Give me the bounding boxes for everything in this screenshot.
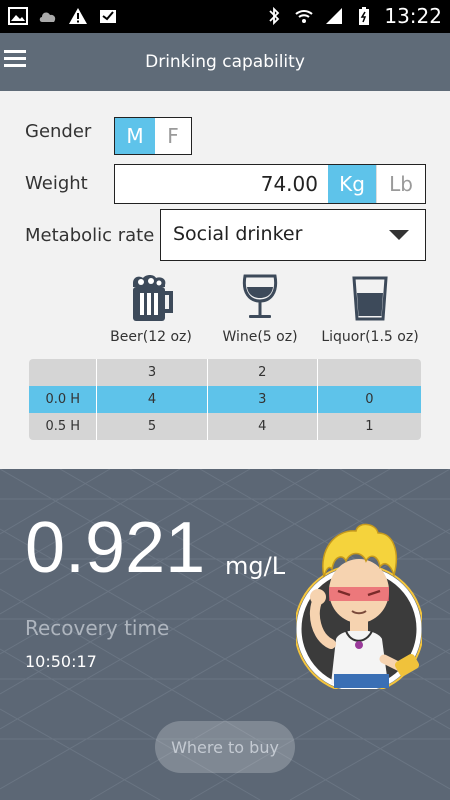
wine-glass-icon xyxy=(242,274,278,318)
table-cell: 0.5 H xyxy=(29,413,98,440)
drinks-table: 3 2 0.0 H 4 3 0 0.5 H 5 4 1 xyxy=(29,359,421,440)
drink-label: Beer(12 oz) xyxy=(110,329,192,345)
table-cell xyxy=(29,359,98,386)
drink-liquor: Liquor(1.5 oz) xyxy=(320,273,420,345)
table-cell: 4 xyxy=(208,413,318,440)
liquor-glass-icon xyxy=(352,276,388,321)
table-cell: 0.0 H xyxy=(29,386,98,413)
drink-label: Liquor(1.5 oz) xyxy=(321,329,419,345)
table-cell: 0 xyxy=(365,392,374,407)
metabolic-rate-dropdown[interactable]: Social drinker xyxy=(160,209,426,261)
weight-field: 74.00 Kg Lb xyxy=(114,164,426,204)
table-cell: 5 xyxy=(97,413,208,440)
table-cell: 4 xyxy=(97,386,208,413)
image-icon xyxy=(8,7,28,25)
status-time: 13:22 xyxy=(384,4,442,28)
where-to-buy-button[interactable]: Where to buy xyxy=(155,721,295,773)
bac-value: 0.921 xyxy=(25,508,206,588)
beer-mug-icon xyxy=(133,275,173,321)
drunk-avatar xyxy=(296,523,422,689)
drink-label: Wine(5 oz) xyxy=(222,329,298,345)
table-cell: 1 xyxy=(365,419,374,434)
status-bar: 13:22 xyxy=(0,0,450,33)
weight-input[interactable]: 74.00 xyxy=(115,165,328,203)
unit-lb-toggle[interactable]: Lb xyxy=(376,165,425,203)
dropdown-arrow-icon xyxy=(389,230,409,240)
table-cell xyxy=(318,359,421,386)
metabolic-rate-label: Metabolic rate xyxy=(25,225,155,246)
warning-icon xyxy=(69,8,87,24)
result-panel: 0.921 mg/L Recovery time 10:50:17 Where … xyxy=(0,469,450,800)
table-row: 3 2 xyxy=(29,359,421,386)
inbox-icon xyxy=(100,10,116,23)
bluetooth-icon xyxy=(269,6,280,26)
battery-icon xyxy=(359,7,370,25)
weight-label: Weight xyxy=(25,173,88,194)
gender-option-male[interactable]: M xyxy=(115,118,155,154)
metabolic-rate-value: Social drinker xyxy=(173,223,303,245)
settings-form: Gender M F Weight 74.00 Kg Lb Metabolic … xyxy=(0,91,450,469)
gender-toggle: M F xyxy=(114,117,192,155)
table-cell: 2 xyxy=(208,359,318,386)
unit-kg-toggle[interactable]: Kg xyxy=(328,165,376,203)
table-cell: 3 xyxy=(97,359,208,386)
bac-unit: mg/L xyxy=(225,552,286,580)
gender-option-female[interactable]: F xyxy=(155,118,191,154)
recovery-time-label: Recovery time xyxy=(25,616,170,640)
drink-beer: Beer(12 oz) xyxy=(106,273,196,345)
cloud-icon xyxy=(39,12,56,22)
drink-wine: Wine(5 oz) xyxy=(215,273,305,345)
app-bar: Drinking capability xyxy=(0,33,450,91)
signal-icon xyxy=(326,8,343,24)
table-row[interactable]: 0.5 H 5 4 1 xyxy=(29,413,421,440)
page-title: Drinking capability xyxy=(145,52,305,72)
recovery-time-value: 10:50:17 xyxy=(25,652,97,671)
wifi-icon xyxy=(295,10,314,23)
table-cell: 3 xyxy=(208,386,318,413)
gender-label: Gender xyxy=(25,121,92,142)
table-row[interactable]: 0.0 H 4 3 0 xyxy=(29,386,421,413)
